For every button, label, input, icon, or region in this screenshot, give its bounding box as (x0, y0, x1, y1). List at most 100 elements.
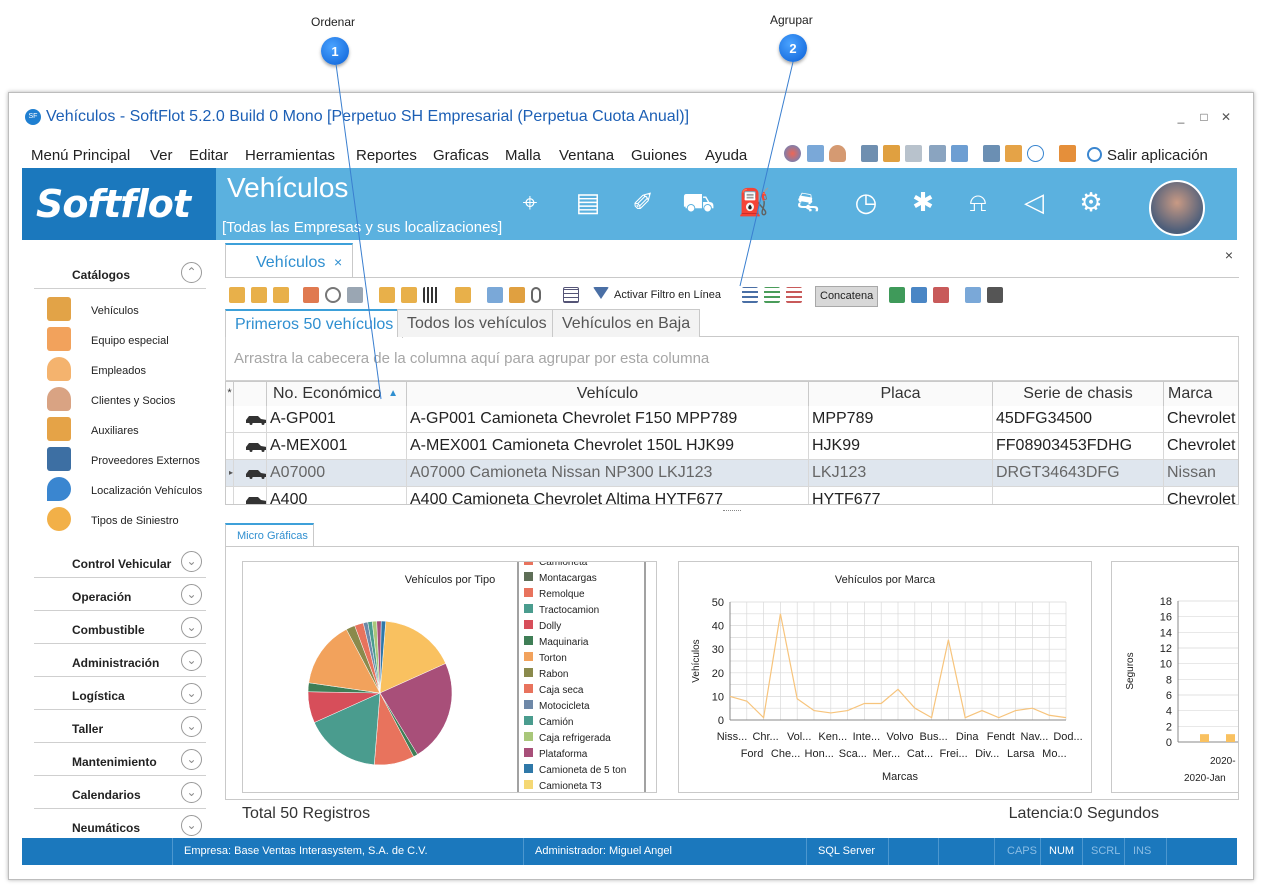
menu-ventana[interactable]: Ventana (559, 147, 614, 164)
car-icon[interactable]: ⛟ (682, 186, 715, 218)
sidebar-section-logistica[interactable]: Logística ⌄ (34, 679, 206, 710)
undo-icon[interactable] (325, 287, 341, 303)
chevron-down-icon[interactable]: ⌄ (181, 551, 202, 572)
excel-export-icon[interactable] (889, 287, 905, 303)
menu-reportes[interactable]: Reportes (356, 147, 417, 164)
panel-splitter[interactable] (723, 510, 741, 512)
print-icon[interactable] (987, 287, 1003, 303)
filter-icon[interactable] (593, 287, 609, 299)
close-tab-icon[interactable]: × (334, 254, 342, 270)
tab-micro-graficas[interactable]: Micro Gráficas (225, 523, 314, 547)
column-header-placa[interactable]: Placa (809, 382, 993, 406)
image-icon[interactable] (487, 287, 503, 303)
online-filter-button[interactable]: Activar Filtro en Línea (614, 289, 721, 301)
pie-chart-icon[interactable] (784, 145, 801, 162)
maximize-button[interactable]: □ (1197, 110, 1211, 124)
group-remove-icon[interactable] (786, 287, 802, 303)
sidebar-section-calendarios[interactable]: Calendarios ⌄ (34, 778, 206, 809)
delete-record-icon[interactable] (303, 287, 319, 303)
handshake-icon[interactable] (1005, 145, 1022, 162)
tab-todos-vehiculos[interactable]: Todos los vehículos (397, 309, 557, 337)
column-header-no-economico[interactable]: No. Económico ▲ (267, 382, 407, 406)
menu-ver[interactable]: Ver (150, 147, 173, 164)
crash-icon[interactable]: ⛐ (792, 186, 824, 218)
chevron-down-icon[interactable]: ⌄ (181, 782, 202, 803)
sidebar-section-combustible[interactable]: Combustible ⌄ (34, 613, 206, 644)
chevron-down-icon[interactable]: ⌄ (181, 683, 202, 704)
menu-ayuda[interactable]: Ayuda (705, 147, 747, 164)
chevron-down-icon[interactable]: ⌄ (181, 650, 202, 671)
chevron-up-icon[interactable]: ⌃ (181, 262, 202, 283)
preview-icon[interactable] (965, 287, 981, 303)
menu-malla[interactable]: Malla (505, 147, 541, 164)
user-icon[interactable] (829, 145, 846, 162)
barcode-icon[interactable] (423, 287, 439, 303)
chevron-down-icon[interactable]: ⌄ (181, 584, 202, 605)
filter-record-icon[interactable] (401, 287, 417, 303)
column-header-marca[interactable]: Marca (1164, 382, 1238, 406)
clear-icon[interactable] (347, 287, 363, 303)
column-header-serie-chasis[interactable]: Serie de chasis (993, 382, 1164, 406)
no-fuel-icon[interactable]: ✐ (627, 186, 659, 218)
clipboard-icon[interactable]: ▤ (572, 186, 604, 218)
chevron-down-icon[interactable]: ⌄ (181, 749, 202, 770)
attachment-icon[interactable] (531, 287, 541, 303)
sidebar-section-taller[interactable]: Taller ⌄ (34, 712, 206, 743)
menu-principal[interactable]: Menú Principal (31, 147, 130, 164)
view-record-icon[interactable] (273, 287, 289, 303)
menu-editar[interactable]: Editar (189, 147, 228, 164)
print-icon[interactable] (861, 145, 878, 162)
edit-record-icon[interactable] (251, 287, 267, 303)
copy-export-icon[interactable] (911, 287, 927, 303)
close-document-button[interactable]: × (1225, 247, 1233, 263)
sidebar-section-administracion[interactable]: Administración ⌄ (34, 646, 206, 677)
user-avatar[interactable] (1149, 180, 1205, 236)
window-icon[interactable] (951, 145, 968, 162)
notes-icon[interactable] (509, 287, 525, 303)
minimize-button[interactable]: _ (1174, 110, 1188, 124)
close-window-button[interactable]: ✕ (1219, 110, 1233, 124)
sidebar-section-catalogos[interactable]: Catálogos ⌃ (34, 258, 206, 289)
megaphone-icon[interactable]: ◁ (1018, 186, 1050, 218)
map-pin-icon[interactable]: ⌖ (514, 186, 546, 218)
add-record-icon[interactable] (229, 287, 245, 303)
chevron-down-icon[interactable]: ⌄ (181, 716, 202, 737)
calculator-icon[interactable] (905, 145, 922, 162)
power-icon[interactable] (1087, 147, 1102, 162)
concatenate-button[interactable]: Concatena (815, 286, 879, 307)
user-card-icon[interactable] (1059, 145, 1076, 162)
table-row-selected[interactable]: ▸ A07000 A07000 Camioneta Nissan NP300 L… (226, 460, 1238, 487)
menu-guiones[interactable]: Guiones (631, 147, 687, 164)
column-header-vehiculo[interactable]: Vehículo (407, 382, 809, 406)
tab-vehiculos-baja[interactable]: Vehículos en Baja (552, 309, 701, 337)
menu-graficas[interactable]: Graficas (433, 147, 489, 164)
help-icon[interactable] (1027, 145, 1044, 162)
bell-icon[interactable]: ⍾ (962, 186, 994, 218)
table-row[interactable]: A400 A400 Camioneta Chevrolet Altima HYT… (226, 487, 1238, 504)
contact-card-icon[interactable] (929, 145, 946, 162)
report-icon[interactable] (983, 145, 1000, 162)
group-by-panel[interactable]: Arrastra la cabecera de la columna aquí … (225, 337, 1239, 381)
fuel-pump-icon[interactable]: ⛽ (738, 186, 770, 218)
documents-icon[interactable] (883, 145, 900, 162)
grid-icon[interactable] (563, 287, 579, 303)
chevron-down-icon[interactable]: ⌄ (181, 815, 202, 836)
tab-vehiculos[interactable]: Vehículos × (225, 243, 353, 277)
refresh-record-icon[interactable] (455, 287, 471, 303)
group-tree-icon[interactable] (742, 287, 758, 303)
bug-icon[interactable]: ✱ (907, 186, 939, 218)
search-record-icon[interactable] (379, 287, 395, 303)
table-row[interactable]: A-MEX001 A-MEX001 Camioneta Chevrolet 15… (226, 433, 1238, 460)
tab-primeros-50[interactable]: Primeros 50 vehículos (225, 309, 404, 338)
sidebar-section-mantenimiento[interactable]: Mantenimiento ⌄ (34, 745, 206, 776)
chevron-down-icon[interactable]: ⌄ (181, 617, 202, 638)
gear-icon[interactable]: ⚙ (1075, 186, 1107, 218)
sidebar-section-operacion[interactable]: Operación ⌄ (34, 580, 206, 611)
paste-export-icon[interactable] (933, 287, 949, 303)
image-icon[interactable] (807, 145, 824, 162)
group-add-icon[interactable] (764, 287, 780, 303)
exit-app-button[interactable]: Salir aplicación (1107, 147, 1208, 164)
sidebar-section-control-vehicular[interactable]: Control Vehicular ⌄ (34, 547, 206, 578)
table-row[interactable]: A-GP001 A-GP001 Camioneta Chevrolet F150… (226, 406, 1238, 433)
menu-herramientas[interactable]: Herramientas (245, 147, 335, 164)
